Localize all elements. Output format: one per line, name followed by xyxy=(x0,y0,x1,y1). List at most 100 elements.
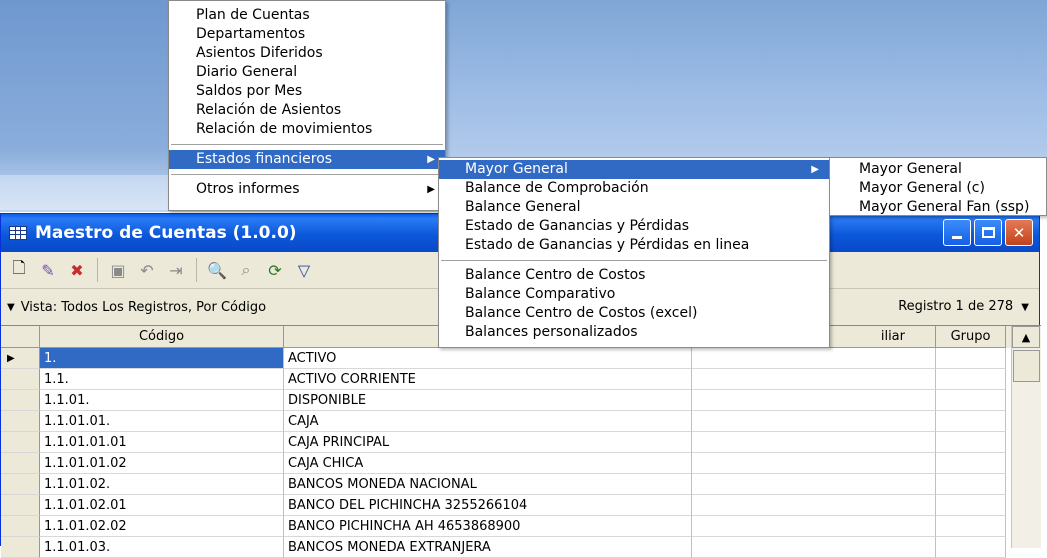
mayor-general-submenu: Mayor General Mayor General (c) Mayor Ge… xyxy=(829,157,1047,216)
menu-item-mayor-general[interactable]: Mayor General xyxy=(830,160,1046,179)
cell-name[interactable]: CAJA CHICA xyxy=(284,453,692,474)
cell-code[interactable]: 1.1.01.01. xyxy=(40,411,284,432)
cell-code[interactable]: 1. xyxy=(40,348,284,369)
table-row[interactable]: 1.1.01. DISPONIBLE xyxy=(1,390,1011,411)
edit-icon[interactable]: ✎ xyxy=(36,258,60,282)
menu-item-relacion-asientos[interactable]: Relación de Asientos xyxy=(169,101,445,120)
maximize-icon xyxy=(981,227,995,238)
save-icon[interactable]: ▣ xyxy=(106,258,130,282)
undo-icon[interactable]: ↶ xyxy=(135,258,159,282)
menu-item-balance-comparativo[interactable]: Balance Comparativo xyxy=(439,285,829,304)
close-button[interactable]: ✕ xyxy=(1005,219,1033,246)
cell-aux[interactable] xyxy=(692,495,936,516)
menu-item-saldos-por-mes[interactable]: Saldos por Mes xyxy=(169,82,445,101)
refresh-icon[interactable]: ⟳ xyxy=(263,258,287,282)
cell-group[interactable] xyxy=(936,369,1006,390)
cell-name[interactable]: BANCO DEL PICHINCHA 3255266104 xyxy=(284,495,692,516)
cell-name[interactable]: CAJA xyxy=(284,411,692,432)
table-row[interactable]: 1.1.01.02.01 BANCO DEL PICHINCHA 3255266… xyxy=(1,495,1011,516)
cell-code[interactable]: 1.1.01.02. xyxy=(40,474,284,495)
cell-group[interactable] xyxy=(936,495,1006,516)
table-row[interactable]: 1.1.01.01.01 CAJA PRINCIPAL xyxy=(1,432,1011,453)
menu-item-otros-informes[interactable]: Otros informes ▶ xyxy=(169,180,445,199)
minimize-button[interactable] xyxy=(943,219,971,246)
find-next-icon[interactable]: ⌕ xyxy=(234,258,258,282)
find-icon[interactable]: 🔍 xyxy=(205,258,229,282)
menu-item-estado-ganancias-perdidas-linea[interactable]: Estado de Ganancias y Pérdidas en linea xyxy=(439,236,829,255)
maximize-button[interactable] xyxy=(974,219,1002,246)
cell-aux[interactable] xyxy=(692,369,936,390)
cell-aux[interactable] xyxy=(692,411,936,432)
cell-group[interactable] xyxy=(936,390,1006,411)
cell-group[interactable] xyxy=(936,453,1006,474)
menu-item-balance-centro-costos-excel[interactable]: Balance Centro de Costos (excel) xyxy=(439,304,829,323)
row-selector xyxy=(1,516,40,537)
row-selector xyxy=(1,411,40,432)
cell-aux[interactable] xyxy=(692,432,936,453)
cell-code[interactable]: 1.1.01. xyxy=(40,390,284,411)
menu-item-asientos-diferidos[interactable]: Asientos Diferidos xyxy=(169,44,445,63)
cell-code[interactable]: 1.1.01.01.01 xyxy=(40,432,284,453)
cell-code[interactable]: 1.1.01.02.02 xyxy=(40,516,284,537)
menu-separator xyxy=(441,260,827,261)
cell-aux[interactable] xyxy=(692,474,936,495)
cell-name[interactable]: BANCOS MONEDA NACIONAL xyxy=(284,474,692,495)
menu-item-estados-financieros[interactable]: Estados financieros ▶ xyxy=(169,150,445,169)
column-header-grupo[interactable]: Grupo xyxy=(936,326,1006,348)
menu-item-departamentos[interactable]: Departamentos xyxy=(169,25,445,44)
cell-aux[interactable] xyxy=(692,348,936,369)
menu-item-balances-personalizados[interactable]: Balances personalizados xyxy=(439,323,829,342)
menu-item-plan-de-cuentas[interactable]: Plan de Cuentas xyxy=(169,6,445,25)
cell-group[interactable] xyxy=(936,474,1006,495)
menu-item-balance-centro-costos[interactable]: Balance Centro de Costos xyxy=(439,266,829,285)
cell-group[interactable] xyxy=(936,516,1006,537)
view-selector-chevron-icon[interactable]: ▼ xyxy=(7,302,15,313)
column-header-codigo[interactable]: Código xyxy=(40,326,284,348)
record-counter[interactable]: Registro 1 de 278 ▼ xyxy=(898,299,1029,314)
menu-item-balance-comprobacion[interactable]: Balance de Comprobación xyxy=(439,179,829,198)
table-row[interactable]: 1.1.01.01. CAJA xyxy=(1,411,1011,432)
cell-group[interactable] xyxy=(936,348,1006,369)
cell-aux[interactable] xyxy=(692,453,936,474)
cell-name[interactable]: ACTIVO xyxy=(284,348,692,369)
cell-code[interactable]: 1.1.01.02.01 xyxy=(40,495,284,516)
table-row[interactable]: 1.1.01.03. BANCOS MONEDA EXTRANJERA xyxy=(1,537,1011,558)
vertical-scrollbar[interactable]: ▲ xyxy=(1011,326,1041,548)
menu-item-mayor-general-fan[interactable]: Mayor General Fan (ssp) xyxy=(830,198,1046,217)
cell-code[interactable]: 1.1.01.01.02 xyxy=(40,453,284,474)
table-row[interactable]: 1.1.01.02.02 BANCO PICHINCHA AH 46538689… xyxy=(1,516,1011,537)
cell-group[interactable] xyxy=(936,432,1006,453)
cell-aux[interactable] xyxy=(692,516,936,537)
cell-name[interactable]: BANCO PICHINCHA AH 4653868900 xyxy=(284,516,692,537)
scroll-up-icon[interactable]: ▲ xyxy=(1012,326,1040,348)
cell-code[interactable]: 1.1. xyxy=(40,369,284,390)
table-row[interactable]: 1.1.01.02. BANCOS MONEDA NACIONAL xyxy=(1,474,1011,495)
cell-code[interactable]: 1.1.01.03. xyxy=(40,537,284,558)
view-selector-label[interactable]: Vista: Todos Los Registros, Por Código xyxy=(21,300,266,315)
cell-name[interactable]: CAJA PRINCIPAL xyxy=(284,432,692,453)
menu-item-estado-ganancias-perdidas[interactable]: Estado de Ganancias y Pérdidas xyxy=(439,217,829,236)
minimize-icon xyxy=(952,236,962,239)
filter-icon[interactable]: ▽ xyxy=(292,258,316,282)
link-icon[interactable]: ⇥ xyxy=(164,258,188,282)
menu-item-mayor-general-c[interactable]: Mayor General (c) xyxy=(830,179,1046,198)
scroll-thumb[interactable] xyxy=(1013,350,1040,382)
cell-name[interactable]: BANCOS MONEDA EXTRANJERA xyxy=(284,537,692,558)
cell-group[interactable] xyxy=(936,411,1006,432)
table-row[interactable]: ▶ 1. ACTIVO xyxy=(1,348,1011,369)
submenu-arrow-icon: ▶ xyxy=(427,154,435,165)
cell-name[interactable]: DISPONIBLE xyxy=(284,390,692,411)
cell-name[interactable]: ACTIVO CORRIENTE xyxy=(284,369,692,390)
menu-item-relacion-movimientos[interactable]: Relación de movimientos xyxy=(169,120,445,139)
table-row[interactable]: 1.1.01.01.02 CAJA CHICA xyxy=(1,453,1011,474)
cell-group[interactable] xyxy=(936,537,1006,558)
cell-aux[interactable] xyxy=(692,537,936,558)
table-row[interactable]: 1.1. ACTIVO CORRIENTE xyxy=(1,369,1011,390)
cell-aux[interactable] xyxy=(692,390,936,411)
menu-item-diario-general[interactable]: Diario General xyxy=(169,63,445,82)
delete-icon[interactable]: ✖ xyxy=(65,258,89,282)
menu-item-balance-general[interactable]: Balance General xyxy=(439,198,829,217)
new-icon[interactable]: 🗋 xyxy=(7,258,31,282)
menu-item-mayor-general[interactable]: Mayor General ▶ xyxy=(439,160,829,179)
window-title: Maestro de Cuentas (1.0.0) xyxy=(35,223,297,243)
